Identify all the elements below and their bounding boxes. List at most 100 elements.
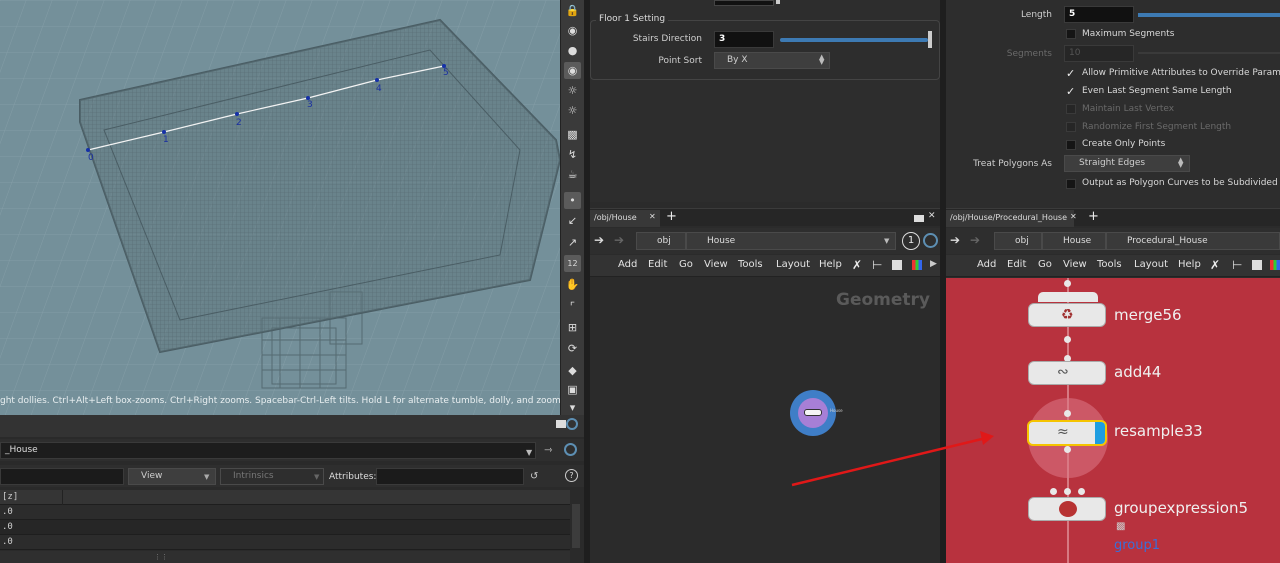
ghost-icon[interactable]: ↯ <box>564 146 581 163</box>
display-flag[interactable] <box>1095 422 1105 444</box>
bulb-icon[interactable]: ☼ <box>564 82 581 99</box>
breadcrumb-procedural-house[interactable]: Procedural_House <box>1106 232 1280 250</box>
length-field[interactable]: 5 <box>1064 6 1134 23</box>
menu-view[interactable]: View <box>704 259 728 270</box>
badge-count[interactable]: 1 <box>902 232 920 250</box>
shape-icon[interactable]: ◆ <box>564 362 581 379</box>
even-last-checkbox[interactable]: ✓ <box>1066 85 1075 98</box>
sphere-icon[interactable]: ● <box>564 42 581 59</box>
chevron-down-icon[interactable]: ▾ <box>564 399 581 416</box>
color-palette-icon[interactable] <box>1270 260 1280 270</box>
pane-menu-icon[interactable] <box>914 215 924 222</box>
menu-view[interactable]: View <box>1063 259 1087 270</box>
close-icon[interactable]: ✕ <box>1070 212 1077 221</box>
link-icon[interactable] <box>923 233 938 248</box>
length-slider[interactable] <box>1138 13 1280 17</box>
box-icon[interactable]: ▣ <box>564 381 581 398</box>
view-dropdown[interactable]: View <box>128 468 216 485</box>
create-only-checkbox[interactable] <box>1066 140 1076 150</box>
breadcrumb-house[interactable]: House <box>686 232 896 250</box>
menu-layout[interactable]: Layout <box>776 259 810 270</box>
filter-icon[interactable]: ↺ <box>530 471 538 482</box>
table-row[interactable]: .0 <box>0 520 570 535</box>
help-icon[interactable]: ? <box>565 469 578 482</box>
maintain-last-checkbox[interactable] <box>1066 104 1076 114</box>
output-polygon-checkbox[interactable] <box>1066 179 1076 189</box>
pin-icon[interactable]: ↗ <box>564 234 581 251</box>
intrinsics-dropdown[interactable]: Intrinsics <box>220 468 324 485</box>
teapot-icon[interactable]: ☕ <box>564 166 581 183</box>
table-row[interactable]: .0 <box>0 505 570 520</box>
tree-icon[interactable]: ⊢ <box>872 258 882 272</box>
menu-layout[interactable]: Layout <box>1134 259 1168 270</box>
number-icon[interactable]: 12 <box>564 255 581 272</box>
color-palette-icon[interactable] <box>912 260 922 270</box>
back-arrow-icon[interactable]: ➔ <box>594 233 604 247</box>
list-icon[interactable] <box>1252 260 1262 270</box>
list-icon[interactable] <box>892 260 902 270</box>
chevron-down-icon[interactable]: ▼ <box>526 448 532 457</box>
menu-tools[interactable]: Tools <box>738 259 763 270</box>
node-path-field[interactable]: _House <box>0 442 536 459</box>
close-icon[interactable]: ✕ <box>928 211 936 221</box>
group-field[interactable] <box>0 468 124 485</box>
menu-go[interactable]: Go <box>1038 259 1052 270</box>
forward-arrow-icon[interactable]: ➔ <box>970 233 980 247</box>
tools-icon[interactable]: ✗ <box>852 258 862 272</box>
allow-prim-checkbox[interactable]: ✓ <box>1066 67 1075 80</box>
node-groupexpression5[interactable] <box>1028 497 1106 521</box>
normal-icon[interactable]: ↙ <box>564 212 581 229</box>
link-icon[interactable] <box>564 443 577 456</box>
menu-help[interactable]: Help <box>819 259 842 270</box>
breadcrumb-house[interactable]: House <box>1042 232 1106 250</box>
tab-procedural-house[interactable]: /obj/House/Procedural_House <box>946 210 1074 227</box>
table-row[interactable]: .0 <box>0 535 570 550</box>
link-icon[interactable] <box>566 418 578 430</box>
close-icon[interactable]: ✕ <box>649 212 656 221</box>
max-segments-checkbox[interactable] <box>1066 29 1076 39</box>
back-arrow-icon[interactable]: ➔ <box>950 233 960 247</box>
randomize-checkbox[interactable] <box>1066 122 1076 132</box>
pane-menu-icon[interactable] <box>556 420 566 428</box>
light-icon[interactable]: ◉ <box>564 22 581 39</box>
menu-help[interactable]: Help <box>1178 259 1201 270</box>
network-editor-right[interactable]: ♻ merge56 ∾ add44 ≈ resample33 groupexpr… <box>946 278 1280 563</box>
slider-handle[interactable] <box>928 31 932 48</box>
menu-tools[interactable]: Tools <box>1097 259 1122 270</box>
menu-add[interactable]: Add <box>977 259 996 270</box>
add-tab-icon[interactable]: + <box>1088 209 1099 224</box>
node-add44[interactable]: ∾ <box>1028 361 1106 385</box>
tools-icon[interactable]: ✗ <box>1210 258 1220 272</box>
point-sort-dropdown[interactable]: By X <box>714 52 830 69</box>
add-tab-icon[interactable]: + <box>666 209 677 224</box>
attributes-field[interactable] <box>376 468 524 485</box>
camera-icon[interactable]: ◉ <box>564 62 581 79</box>
render-icon[interactable]: ▩ <box>564 126 581 143</box>
breadcrumb-obj[interactable]: obj <box>994 232 1042 250</box>
grid-icon[interactable]: ⊞ <box>564 319 581 336</box>
hand-icon[interactable]: ✋ <box>564 276 581 293</box>
scene-viewport[interactable]: 0 1 2 3 4 5 ght dollies. Ctrl+Alt+Left b… <box>0 0 560 415</box>
vector-icon[interactable]: ⌜ <box>564 298 581 315</box>
snap-icon[interactable]: ⟳ <box>564 340 581 357</box>
point-display-icon[interactable]: • <box>564 192 581 209</box>
tree-icon[interactable]: ⊢ <box>1232 258 1242 272</box>
vertical-scrollbar[interactable] <box>570 490 582 562</box>
chevron-right-icon[interactable]: ▶ <box>930 259 937 269</box>
bulb-alt-icon[interactable]: ☼ <box>564 102 581 119</box>
forward-arrow-icon[interactable]: ➔ <box>614 233 624 247</box>
menu-edit[interactable]: Edit <box>1007 259 1026 270</box>
segments-field[interactable]: 10 <box>1064 45 1134 62</box>
menu-edit[interactable]: Edit <box>648 259 667 270</box>
top-field[interactable] <box>714 0 774 6</box>
chevron-down-icon[interactable]: ▼ <box>884 237 889 245</box>
breadcrumb-obj[interactable]: obj <box>636 232 686 250</box>
network-editor-left[interactable]: Geometry House <box>590 278 940 563</box>
menu-go[interactable]: Go <box>679 259 693 270</box>
menu-add[interactable]: Add <box>618 259 637 270</box>
node-merge56[interactable]: ♻ <box>1028 303 1106 327</box>
node-resample33[interactable]: ≈ <box>1027 420 1107 446</box>
pin-icon[interactable]: ⇾ <box>544 445 552 456</box>
stairs-direction-field[interactable]: 3 <box>714 31 774 48</box>
treat-polygons-dropdown[interactable]: Straight Edges <box>1064 155 1190 172</box>
